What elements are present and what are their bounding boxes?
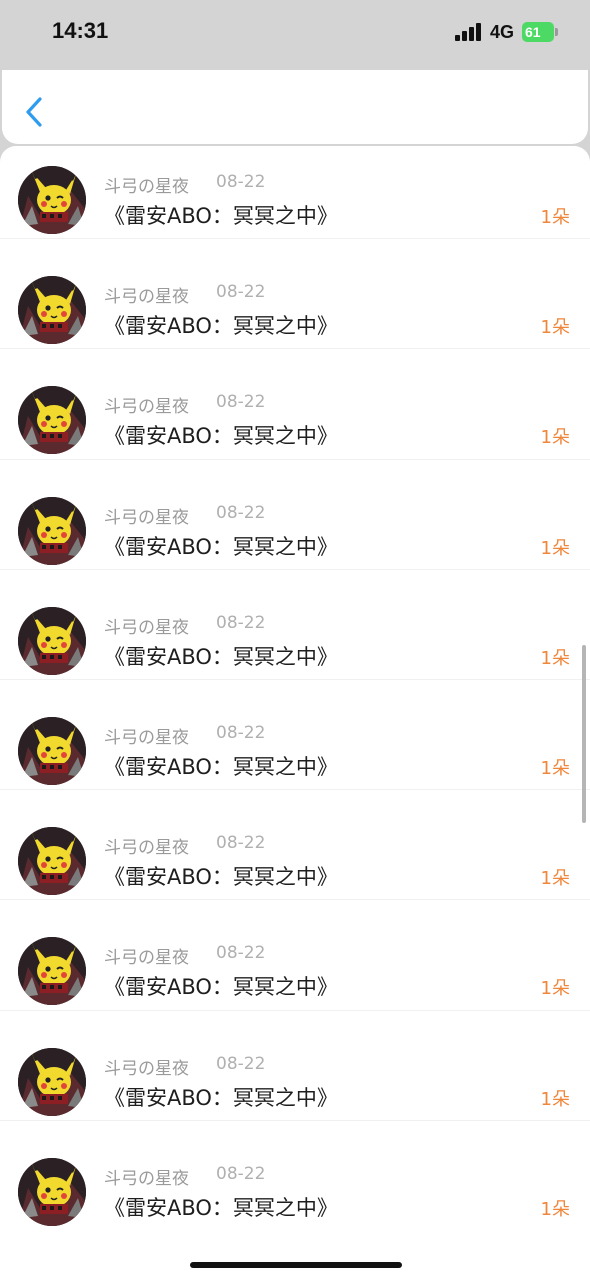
battery-level: 61 xyxy=(522,22,554,42)
list-item[interactable]: 斗弓の星夜 08-22 《雷安ABO：冥冥之中》 1朵 xyxy=(0,899,590,1009)
avatar[interactable] xyxy=(18,937,86,1006)
avatar[interactable] xyxy=(18,386,86,455)
divider xyxy=(0,899,590,901)
nav-bar xyxy=(2,70,588,144)
chevron-left-icon[interactable] xyxy=(24,96,44,128)
list-item[interactable]: 斗弓の星夜 08-22 《雷安ABO：冥冥之中》 1朵 xyxy=(0,789,590,899)
divider xyxy=(0,458,590,460)
post-date: 08-22 xyxy=(216,833,266,854)
list-item[interactable]: 斗弓の星夜 08-22 《雷安ABO：冥冥之中》 1朵 xyxy=(0,146,590,238)
story-title[interactable]: 《雷安ABO：冥冥之中》 xyxy=(104,531,338,561)
story-title[interactable]: 《雷安ABO：冥冥之中》 xyxy=(104,641,338,671)
avatar[interactable] xyxy=(18,1047,86,1116)
post-date: 08-22 xyxy=(216,502,266,523)
post-date: 08-22 xyxy=(216,723,266,743)
author-name[interactable]: 斗弓の星夜 xyxy=(104,723,189,748)
avatar[interactable] xyxy=(18,496,86,565)
post-date: 08-22 xyxy=(216,1163,266,1184)
flower-count: 1朵 xyxy=(540,978,570,1000)
author-name[interactable]: 斗弓の星夜 xyxy=(104,613,189,638)
author-name[interactable]: 斗弓の星夜 xyxy=(104,392,189,417)
flower-count: 1朵 xyxy=(540,537,570,559)
list-item[interactable]: 斗弓の星夜 08-22 《雷安ABO：冥冥之中》 1朵 xyxy=(0,1009,590,1120)
post-date: 08-22 xyxy=(216,172,266,192)
cellular-signal-icon xyxy=(455,23,481,41)
flower-count: 1朵 xyxy=(540,758,570,779)
battery-cap xyxy=(555,28,558,36)
divider xyxy=(0,238,590,240)
list-item[interactable]: 斗弓の星夜 08-22 《雷安ABO：冥冥之中》 1朵 xyxy=(0,568,590,679)
story-title[interactable]: 《雷安ABO：冥冥之中》 xyxy=(104,420,338,450)
flower-count: 1朵 xyxy=(540,427,570,449)
flower-count: 1朵 xyxy=(540,1198,570,1220)
story-title[interactable]: 《雷安ABO：冥冥之中》 xyxy=(104,1082,338,1112)
avatar[interactable] xyxy=(18,827,86,896)
author-name[interactable]: 斗弓の星夜 xyxy=(104,503,189,528)
flower-count: 1朵 xyxy=(540,207,570,228)
author-name[interactable]: 斗弓の星夜 xyxy=(104,943,189,968)
divider xyxy=(0,348,590,350)
battery-charging-icon: 61 xyxy=(522,22,558,42)
divider xyxy=(0,679,590,680)
post-date: 08-22 xyxy=(216,943,266,964)
avatar[interactable] xyxy=(18,717,86,785)
network-label: 4G xyxy=(490,22,515,42)
scrollbar[interactable] xyxy=(582,645,586,823)
story-title[interactable]: 《雷安ABO：冥冥之中》 xyxy=(104,1192,338,1222)
home-indicator[interactable] xyxy=(190,1262,402,1268)
avatar[interactable] xyxy=(18,166,86,234)
story-title[interactable]: 《雷安ABO：冥冥之中》 xyxy=(104,200,338,230)
author-name[interactable]: 斗弓の星夜 xyxy=(104,1164,189,1189)
divider xyxy=(0,1119,590,1121)
gift-list[interactable]: 斗弓の星夜 08-22 《雷安ABO：冥冥之中》 1朵 斗弓の星夜 08-22 … xyxy=(0,146,590,1280)
flower-count: 1朵 xyxy=(540,1088,570,1110)
avatar[interactable] xyxy=(18,1157,86,1226)
flower-count: 1朵 xyxy=(540,317,570,339)
story-title[interactable]: 《雷安ABO：冥冥之中》 xyxy=(104,751,338,781)
list-item[interactable]: 斗弓の星夜 08-22 《雷安ABO：冥冥之中》 1朵 xyxy=(0,348,590,458)
status-bar: 14:31 4G 61 xyxy=(0,0,590,68)
divider xyxy=(0,568,590,570)
author-name[interactable]: 斗弓の星夜 xyxy=(104,1054,189,1079)
avatar[interactable] xyxy=(18,276,86,345)
list-item[interactable]: 斗弓の星夜 08-22 《雷安ABO：冥冥之中》 1朵 xyxy=(0,458,590,569)
flower-count: 1朵 xyxy=(540,868,570,890)
avatar[interactable] xyxy=(18,606,86,675)
post-date: 08-22 xyxy=(216,612,266,633)
flower-count: 1朵 xyxy=(540,647,570,669)
divider xyxy=(0,789,590,791)
divider xyxy=(0,1009,590,1011)
story-title[interactable]: 《雷安ABO：冥冥之中》 xyxy=(104,310,338,340)
story-title[interactable]: 《雷安ABO：冥冥之中》 xyxy=(104,971,338,1001)
post-date: 08-22 xyxy=(216,392,266,413)
post-date: 08-22 xyxy=(216,1053,266,1074)
status-time: 14:31 xyxy=(52,18,109,43)
post-date: 08-22 xyxy=(216,282,266,303)
story-title[interactable]: 《雷安ABO：冥冥之中》 xyxy=(104,861,338,891)
list-item[interactable]: 斗弓の星夜 08-22 《雷安ABO：冥冥之中》 1朵 xyxy=(0,1119,590,1230)
author-name[interactable]: 斗弓の星夜 xyxy=(104,833,189,858)
author-name[interactable]: 斗弓の星夜 xyxy=(104,282,189,307)
list-item[interactable]: 斗弓の星夜 08-22 《雷安ABO：冥冥之中》 1朵 xyxy=(0,238,590,348)
list-item[interactable]: 斗弓の星夜 08-22 《雷安ABO：冥冥之中》 1朵 xyxy=(0,679,590,789)
author-name[interactable]: 斗弓の星夜 xyxy=(104,172,189,197)
